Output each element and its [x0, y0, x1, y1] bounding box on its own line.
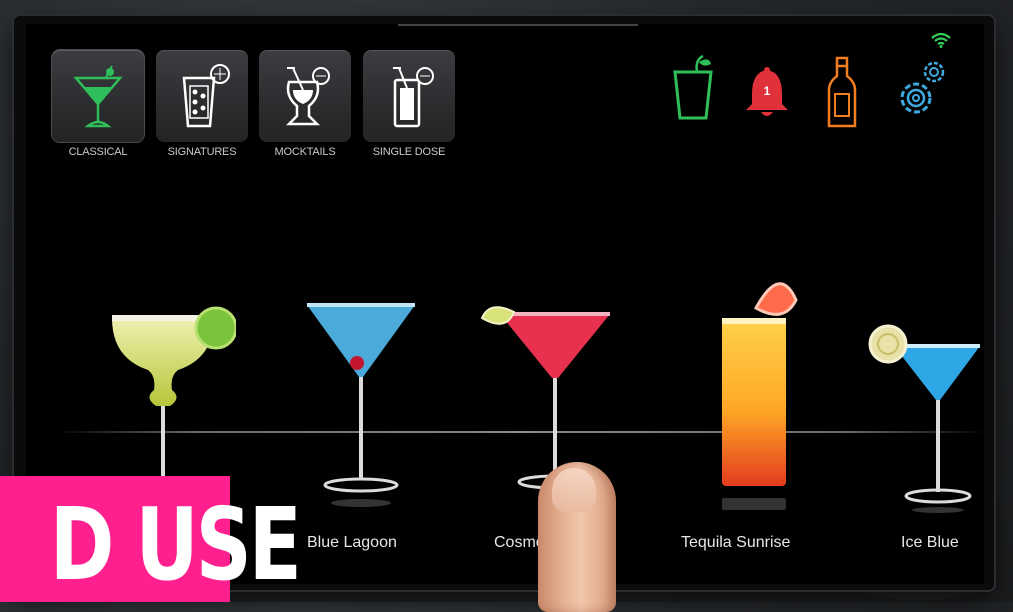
drink-blue-lagoon-image[interactable] [301, 299, 421, 509]
category-signatures-label: SIGNATURES [167, 146, 237, 158]
category-single-dose-button[interactable] [363, 50, 455, 142]
overlay-banner-text: D USE [49, 486, 302, 603]
category-classical-label: CLASSICAL [68, 146, 128, 158]
category-classical-button[interactable] [52, 50, 144, 142]
plant-glass-icon[interactable] [671, 54, 715, 122]
top-notch [398, 24, 638, 26]
category-signatures-button[interactable] [156, 50, 248, 142]
bottle-icon[interactable] [826, 56, 858, 130]
drink-name-ice-blue: Ice Blue [901, 534, 959, 551]
category-single-dose-label: SINGLE DOSE [372, 146, 446, 158]
fingernail [552, 468, 596, 512]
martini-glass-icon [73, 65, 123, 128]
ice-glass-icon [182, 64, 230, 128]
gears-icon[interactable] [892, 58, 948, 122]
tall-glass-icon [393, 67, 434, 128]
drink-margarita-image[interactable] [96, 294, 236, 494]
notification-bell-button[interactable]: 1 [742, 66, 792, 122]
category-mocktails-button[interactable] [259, 50, 351, 142]
drink-name-blue-lagoon: Blue Lagoon [307, 534, 397, 551]
hurricane-glass-icon [285, 67, 330, 126]
drink-tequila-sunrise-image[interactable] [696, 264, 806, 514]
wifi-icon [931, 32, 951, 48]
drink-ice-blue-image[interactable] [864, 314, 984, 514]
drink-name-tequila-sunrise: Tequila Sunrise [681, 534, 791, 551]
notification-count-badge: 1 [763, 84, 771, 98]
category-mocktails-label: MOCKTAILS [274, 146, 336, 158]
